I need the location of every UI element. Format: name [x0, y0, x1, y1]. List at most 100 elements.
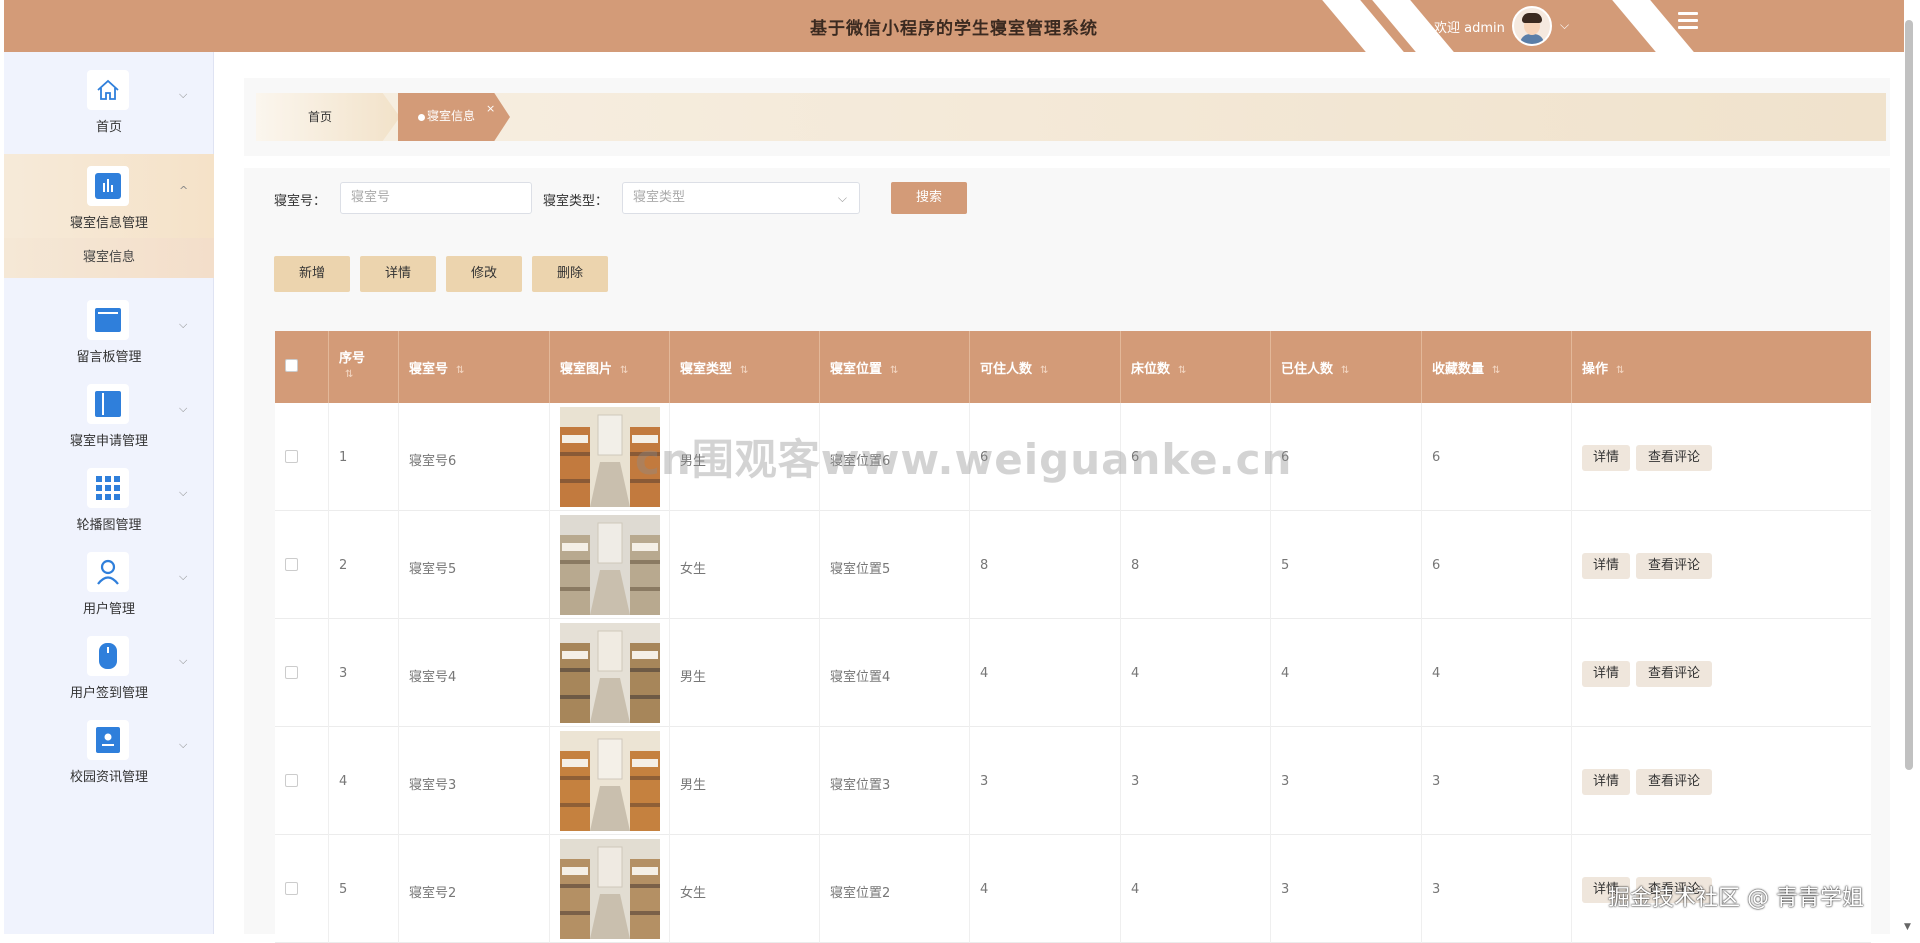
edit-button[interactable]: 修改: [446, 256, 522, 292]
cell-text: 3: [1281, 774, 1290, 789]
chevron-down-icon: ⌵: [179, 486, 188, 499]
column-header-capacity[interactable]: 可住人数 ⇅: [970, 331, 1121, 403]
cell-text: 4: [980, 882, 989, 897]
close-icon[interactable]: ×: [486, 102, 495, 115]
cell-occupied: 3: [1271, 727, 1422, 835]
row-checkbox[interactable]: [285, 450, 298, 463]
row-view-comments-button[interactable]: 查看评论: [1636, 553, 1712, 579]
cell-text: 6: [1432, 558, 1441, 573]
table-header: 序号 ⇅ 寝室号 ⇅ 寝室图片 ⇅ 寝室类型 ⇅ 寝室位置 ⇅ 可住人数 ⇅ 床位数 ⇅ 已住…: [275, 331, 1871, 403]
cell-text: 8: [980, 558, 989, 573]
cell-text: 3: [1131, 774, 1140, 789]
sort-icon: ⇅: [456, 365, 465, 376]
cell-text: 女生: [680, 562, 707, 577]
table-row: 4 寝室号3 男生 寝室位置3 3 3 3 3 详情 查看评论: [275, 727, 1871, 835]
avatar[interactable]: [1512, 6, 1552, 46]
sort-icon: ⇅: [890, 365, 899, 376]
room-image[interactable]: [560, 731, 660, 831]
app-title: 基于微信小程序的学生寝室管理系统: [810, 19, 1098, 39]
header-select-all: [275, 331, 329, 403]
row-detail-button[interactable]: 详情: [1582, 661, 1630, 687]
cell-text: 1: [339, 450, 348, 465]
sidebar-item-room-application[interactable]: 寝室申请管理 ⌵: [4, 372, 214, 456]
sidebar-item-message-board[interactable]: 留言板管理 ⌵: [4, 288, 214, 372]
sidebar-item-carousel[interactable]: 轮播图管理 ⌵: [4, 456, 214, 540]
room-image[interactable]: [560, 839, 660, 939]
room-type-placeholder: 寝室类型: [633, 190, 686, 205]
sort-icon: ⇅: [1341, 365, 1350, 376]
cell-beds: 4: [1121, 835, 1271, 943]
room-image-cell: [550, 511, 670, 619]
tab-room-info[interactable]: 寝室信息 ×: [398, 93, 510, 141]
row-checkbox[interactable]: [285, 774, 298, 787]
breadcrumb-home[interactable]: 首页: [256, 93, 400, 141]
column-header-occupied[interactable]: 已住人数 ⇅: [1271, 331, 1422, 403]
cell-favorites: 3: [1422, 835, 1572, 943]
vertical-scrollbar[interactable]: ▼: [1904, 20, 1914, 934]
scroll-down-arrow-icon[interactable]: ▼: [1904, 922, 1911, 932]
row-checkbox[interactable]: [285, 558, 298, 571]
column-header-room-number[interactable]: 寝室号 ⇅: [399, 331, 550, 403]
cell-text: 4: [339, 774, 348, 789]
row-view-comments-button[interactable]: 查看评论: [1636, 661, 1712, 687]
chevron-down-icon: ⌵: [179, 738, 188, 751]
cell-text: 寝室号4: [409, 670, 457, 685]
chevron-down-icon: ⌵: [179, 570, 188, 583]
cell-type: 女生: [670, 835, 820, 943]
row-select-cell: [275, 619, 329, 727]
cell-text: 寝室号3: [409, 778, 457, 793]
sidebar-item-campus-news[interactable]: 校园资讯管理 ⌵: [4, 708, 214, 792]
scrollbar-thumb[interactable]: [1905, 20, 1913, 770]
row-view-comments-button[interactable]: 查看评论: [1636, 769, 1712, 795]
column-header-room-location[interactable]: 寝室位置 ⇅: [820, 331, 970, 403]
sort-icon: ⇅: [1616, 365, 1625, 376]
cell-text: 男生: [680, 778, 707, 793]
sidebar-subitem-room-info[interactable]: 寝室信息: [4, 238, 214, 278]
grid-icon: [87, 468, 129, 508]
cell-text: 3: [339, 666, 348, 681]
add-button[interactable]: 新增: [274, 256, 350, 292]
room-image-cell: [550, 619, 670, 727]
cell-location: 寝室位置5: [820, 511, 970, 619]
row-checkbox[interactable]: [285, 666, 298, 679]
cell-text: 寝室号5: [409, 562, 457, 577]
column-header-index[interactable]: 序号 ⇅: [329, 331, 399, 403]
cell-text: 4: [1131, 882, 1140, 897]
cell-beds: 3: [1121, 727, 1271, 835]
cell-room: 寝室号4: [399, 619, 550, 727]
sidebar-item-user-checkin[interactable]: 用户签到管理 ⌵: [4, 624, 214, 708]
cell-location: 寝室位置2: [820, 835, 970, 943]
row-detail-button[interactable]: 详情: [1582, 553, 1630, 579]
room-image[interactable]: [560, 623, 660, 723]
board-icon: [87, 300, 129, 340]
room-number-input[interactable]: 寝室号: [340, 182, 532, 214]
user-icon: [87, 552, 129, 592]
column-header-room-image[interactable]: 寝室图片 ⇅: [550, 331, 670, 403]
sidebar-item-users[interactable]: 用户管理 ⌵: [4, 540, 214, 624]
room-type-select[interactable]: 寝室类型 ⌵: [622, 182, 860, 214]
user-menu-chevron-icon[interactable]: ⌵: [1560, 18, 1569, 33]
search-button[interactable]: 搜索: [891, 182, 967, 214]
cell-text: 寝室位置2: [830, 886, 891, 901]
room-image-cell: [550, 727, 670, 835]
row-view-comments-button[interactable]: 查看评论: [1636, 445, 1712, 471]
row-detail-button[interactable]: 详情: [1582, 769, 1630, 795]
sidebar-item-home[interactable]: 首页 ⌵: [4, 58, 214, 142]
select-all-checkbox[interactable]: [285, 359, 298, 372]
column-header-room-type[interactable]: 寝室类型 ⇅: [670, 331, 820, 403]
menu-toggle-icon[interactable]: [1678, 12, 1698, 30]
row-select-cell: [275, 511, 329, 619]
column-header-beds[interactable]: 床位数 ⇅: [1121, 331, 1271, 403]
home-icon: [87, 70, 129, 110]
cell-text: 6: [1432, 450, 1441, 465]
row-checkbox[interactable]: [285, 882, 298, 895]
room-image[interactable]: [560, 515, 660, 615]
row-detail-button[interactable]: 详情: [1582, 445, 1630, 471]
cell-occupied: 6: [1271, 403, 1422, 511]
column-header-favorites[interactable]: 收藏数量 ⇅: [1422, 331, 1572, 403]
detail-button[interactable]: 详情: [360, 256, 436, 292]
row-select-cell: [275, 403, 329, 511]
delete-button[interactable]: 删除: [532, 256, 608, 292]
cell-index: 1: [329, 403, 399, 511]
sidebar-item-room-info-management[interactable]: 寝室信息管理 ^: [4, 154, 214, 238]
